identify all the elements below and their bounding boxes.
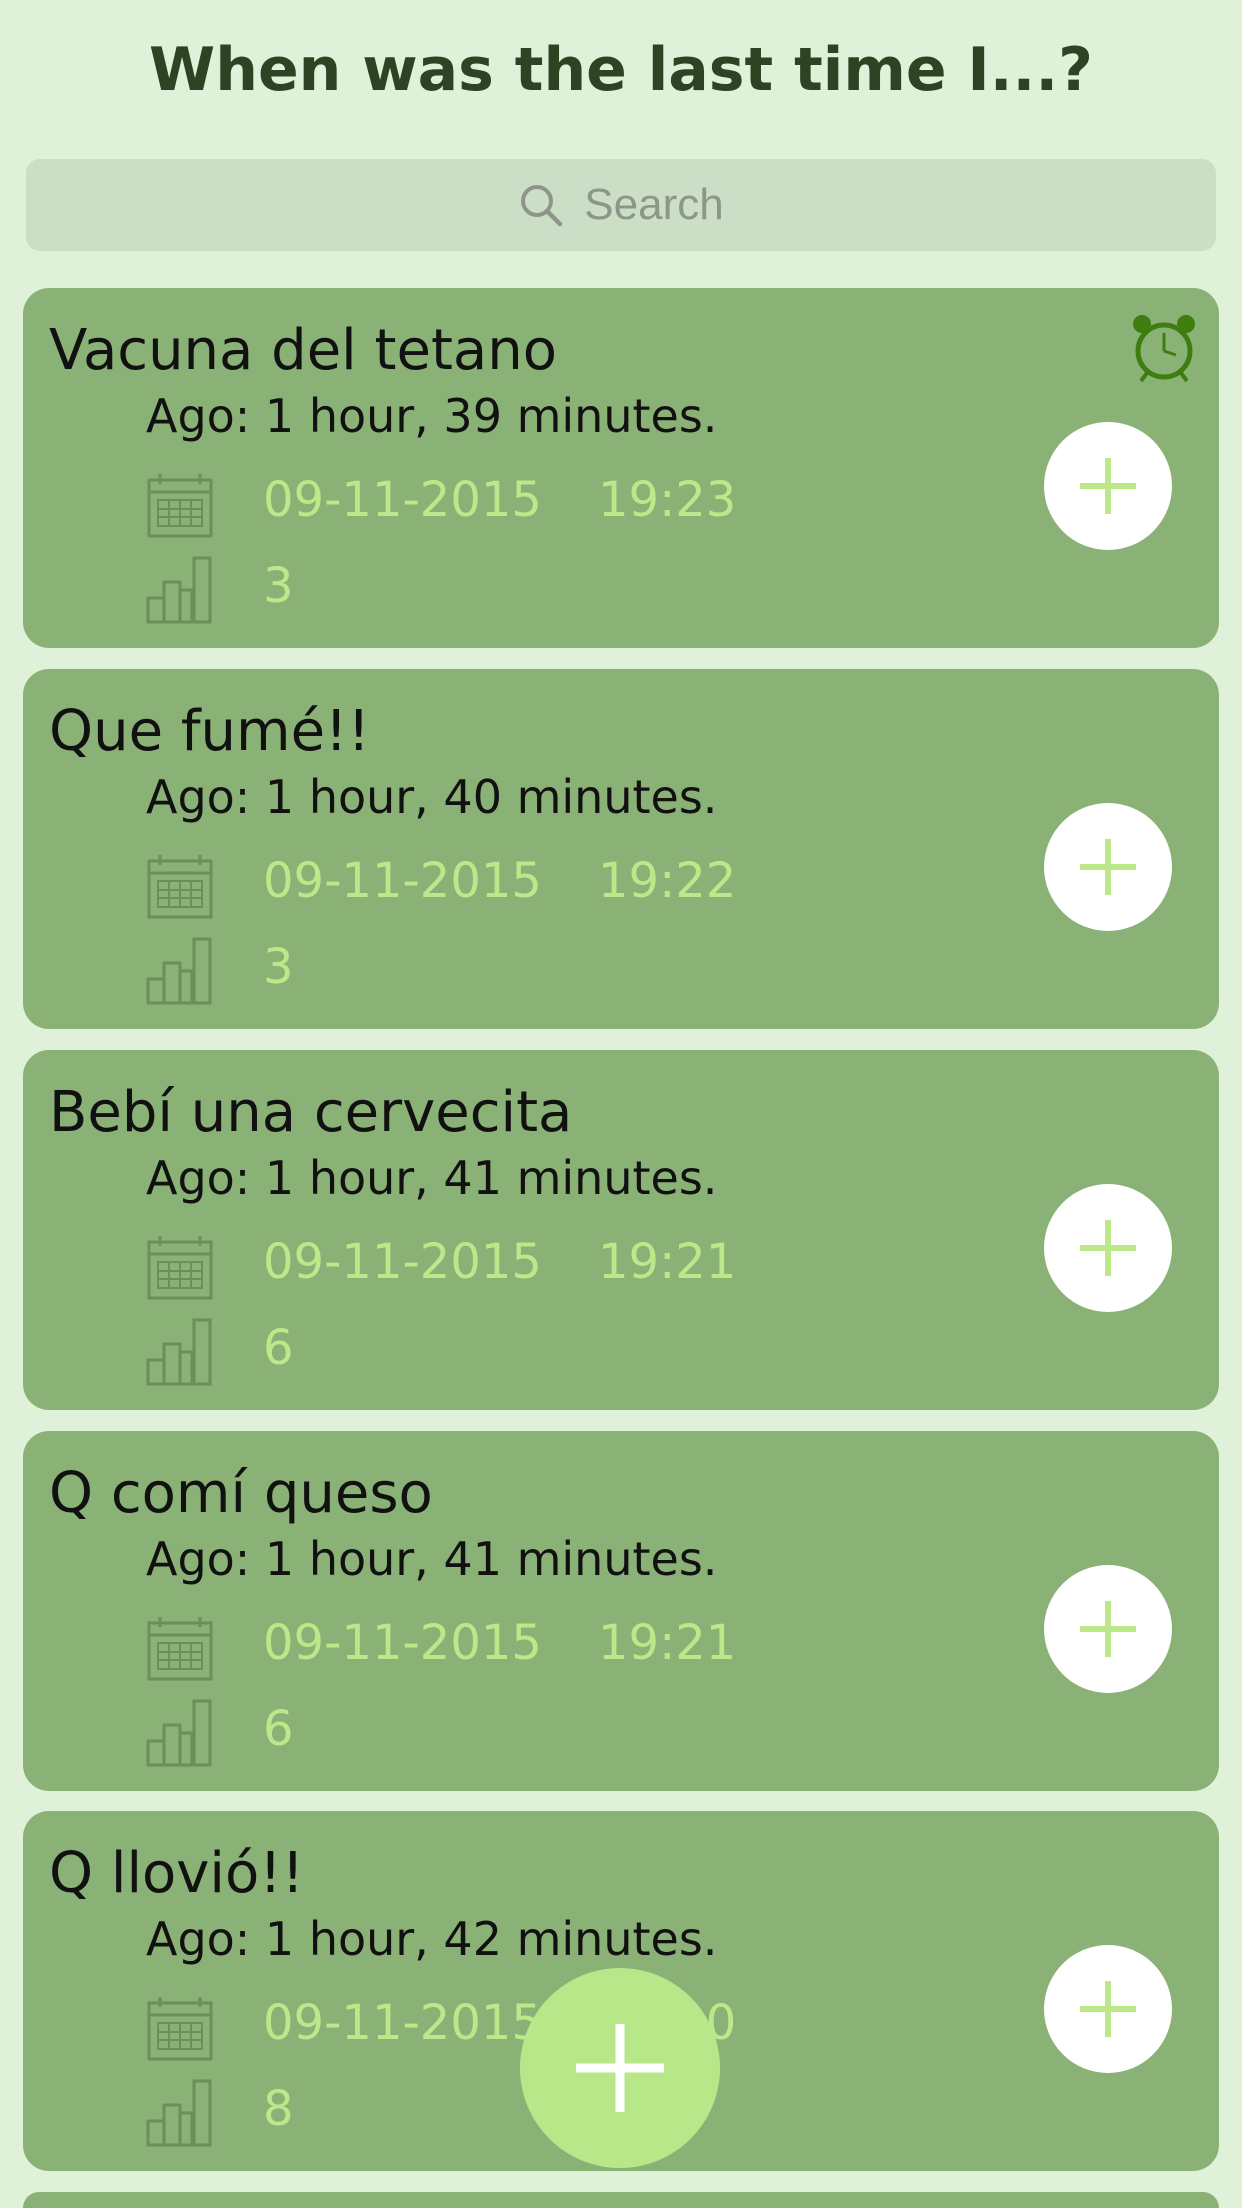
plus-icon (576, 2024, 664, 2112)
item-elapsed-time: Ago: 1 hour, 41 minutes. (146, 1151, 718, 1205)
page-title: When was the last time I...? (149, 35, 1093, 105)
list-item-card[interactable]: Vacuna del tetano Ago: 1 hour, 39 minute… (23, 288, 1219, 648)
item-name: Que fumé!! (49, 699, 370, 764)
item-elapsed-time: Ago: 1 hour, 40 minutes. (146, 770, 718, 824)
plus-icon (1080, 458, 1136, 514)
item-date: 09-11-2015 (263, 472, 542, 528)
add-occurrence-button[interactable] (1044, 1565, 1172, 1693)
bar-chart-icon (146, 1699, 212, 1767)
list-item-card[interactable]: Que fumé!! Ago: 1 hour, 40 minutes. 09-1… (23, 669, 1219, 1029)
item-name: Q llovió!! (49, 1841, 305, 1906)
item-time: 19:23 (598, 472, 737, 528)
item-time: 19:21 (598, 1234, 737, 1290)
plus-icon (1080, 1981, 1136, 2037)
item-time: 19:22 (598, 853, 737, 909)
calendar-icon (147, 1236, 213, 1300)
item-elapsed-time: Ago: 1 hour, 39 minutes. (146, 389, 718, 443)
add-new-item-button[interactable] (520, 1968, 720, 2168)
bar-chart-icon (146, 556, 212, 624)
item-elapsed-time: Ago: 1 hour, 41 minutes. (146, 1532, 718, 1586)
search-placeholder: Search (584, 180, 724, 229)
bar-chart-icon (146, 1318, 212, 1386)
list-item-card[interactable]: Q comí queso Ago: 1 hour, 41 minutes. 09… (23, 1431, 1219, 1791)
item-date: 09-11-2015 (263, 1234, 542, 1290)
plus-icon (1080, 1220, 1136, 1276)
item-date: 09-11-2015 (263, 853, 542, 909)
item-time: 19:21 (598, 1615, 737, 1671)
item-date: 09-11-2015 (263, 1615, 542, 1671)
add-occurrence-button[interactable] (1044, 422, 1172, 550)
list-item-card-partial[interactable] (23, 2192, 1219, 2208)
bar-chart-icon (146, 2079, 212, 2147)
calendar-icon (147, 474, 213, 538)
item-elapsed-time: Ago: 1 hour, 42 minutes. (146, 1912, 718, 1966)
item-name: Q comí queso (49, 1461, 433, 1526)
item-name: Bebí una cervecita (49, 1080, 573, 1145)
alarm-clock-icon[interactable] (1131, 313, 1197, 385)
calendar-icon (147, 855, 213, 919)
bar-chart-icon (146, 937, 212, 1005)
add-occurrence-button[interactable] (1044, 1945, 1172, 2073)
item-name: Vacuna del tetano (49, 318, 557, 383)
item-count: 6 (263, 1701, 294, 1757)
add-occurrence-button[interactable] (1044, 1184, 1172, 1312)
item-count: 3 (263, 939, 294, 995)
item-count: 6 (263, 1320, 294, 1376)
item-count: 3 (263, 558, 294, 614)
calendar-icon (147, 1617, 213, 1681)
calendar-icon (147, 1997, 213, 2061)
search-icon (521, 185, 563, 227)
item-count: 8 (263, 2081, 294, 2137)
add-occurrence-button[interactable] (1044, 803, 1172, 931)
plus-icon (1080, 839, 1136, 895)
list-item-card[interactable]: Bebí una cervecita Ago: 1 hour, 41 minut… (23, 1050, 1219, 1410)
plus-icon (1080, 1601, 1136, 1657)
item-date: 09-11-2015 (263, 1995, 542, 2051)
search-bar[interactable]: Search (26, 159, 1216, 251)
